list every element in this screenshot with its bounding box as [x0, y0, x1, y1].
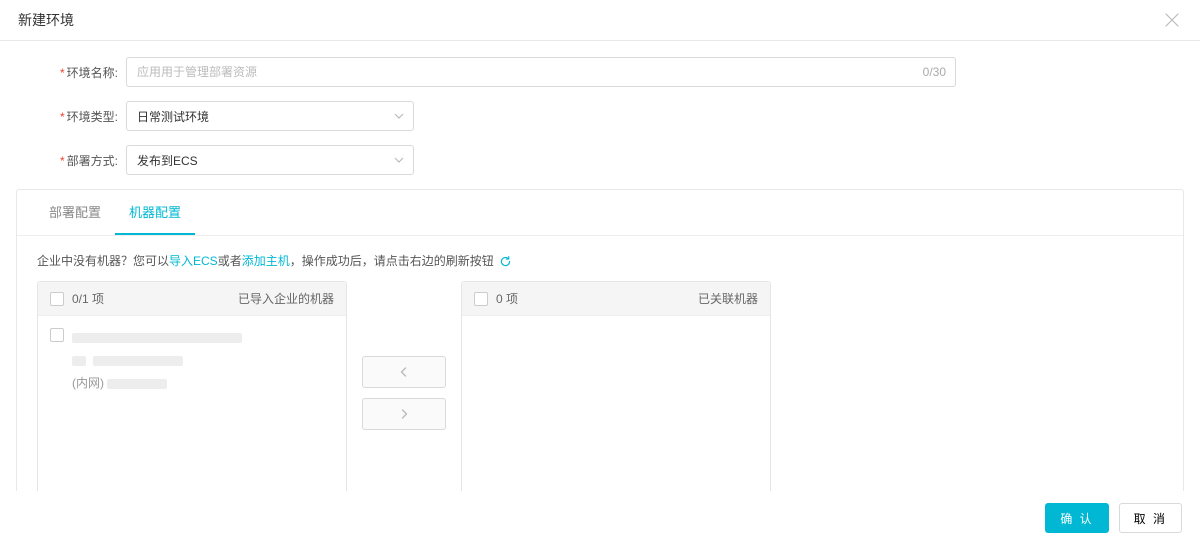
dialog-body: *环境名称: 0/30 *环境类型: 日常测试环境 *部署方式: 发布到ECS	[0, 41, 1200, 491]
machine-item[interactable]: (内网)	[50, 324, 334, 398]
target-count: 0 项	[496, 290, 518, 307]
move-right-button[interactable]	[362, 398, 446, 430]
import-ecs-link[interactable]: 导入ECS	[169, 254, 218, 268]
dialog-footer: 确 认 取 消	[0, 491, 1200, 545]
no-machine-hint: 企业中没有机器？您可以导入ECS或者添加主机，操作成功后，请点击右边的刷新按钮	[37, 252, 1163, 269]
transfer-target-list	[462, 316, 770, 491]
tab-body-machine-config: 企业中没有机器？您可以导入ECS或者添加主机，操作成功后，请点击右边的刷新按钮 …	[17, 236, 1183, 491]
transfer-source-header: 0/1 项 已导入企业的机器	[38, 282, 346, 316]
transfer-target-panel: 0 项 已关联机器	[461, 281, 771, 491]
env-name-row: *环境名称: 0/30	[16, 57, 1184, 87]
transfer-source-list: (内网)	[38, 316, 346, 491]
close-icon[interactable]	[1162, 10, 1182, 30]
env-type-row: *环境类型: 日常测试环境	[16, 101, 1184, 131]
config-tabs: 部署配置 机器配置	[17, 190, 1183, 236]
add-host-link[interactable]: 添加主机	[242, 254, 290, 268]
env-name-input[interactable]	[126, 57, 956, 87]
env-name-char-count: 0/30	[923, 65, 946, 79]
env-type-label: *环境类型:	[16, 108, 126, 125]
machine-transfer: 0/1 项 已导入企业的机器 (内网)	[37, 281, 1163, 491]
target-select-all-checkbox[interactable]	[474, 292, 488, 306]
source-count: 0/1 项	[72, 290, 104, 307]
target-title: 已关联机器	[698, 290, 758, 307]
refresh-icon[interactable]	[499, 255, 512, 268]
env-type-select[interactable]: 日常测试环境	[126, 101, 414, 131]
dialog-header: 新建环境	[0, 0, 1200, 41]
machine-item-checkbox[interactable]	[50, 328, 64, 342]
transfer-target-header: 0 项 已关联机器	[462, 282, 770, 316]
dialog-title: 新建环境	[18, 10, 74, 30]
config-card: 部署配置 机器配置 企业中没有机器？您可以导入ECS或者添加主机，操作成功后，请…	[16, 189, 1184, 491]
deploy-method-select[interactable]: 发布到ECS	[126, 145, 414, 175]
cancel-button[interactable]: 取 消	[1119, 503, 1182, 533]
transfer-source-panel: 0/1 项 已导入企业的机器 (内网)	[37, 281, 347, 491]
deploy-method-value: 发布到ECS	[126, 145, 414, 175]
tab-machine-config[interactable]: 机器配置	[115, 190, 195, 235]
machine-item-info: (内网)	[72, 328, 242, 394]
confirm-button[interactable]: 确 认	[1045, 503, 1108, 533]
source-title: 已导入企业的机器	[238, 290, 334, 307]
deploy-method-label: *部署方式:	[16, 152, 126, 169]
tab-deploy-config[interactable]: 部署配置	[35, 190, 115, 235]
env-type-value: 日常测试环境	[126, 101, 414, 131]
move-left-button[interactable]	[362, 356, 446, 388]
transfer-operations	[357, 281, 451, 491]
create-environment-dialog: 新建环境 *环境名称: 0/30 *环境类型: 日常测试环境	[0, 0, 1200, 545]
deploy-method-row: *部署方式: 发布到ECS	[16, 145, 1184, 175]
env-name-label: *环境名称:	[16, 64, 126, 81]
source-select-all-checkbox[interactable]	[50, 292, 64, 306]
env-name-input-wrap: 0/30	[126, 57, 956, 87]
